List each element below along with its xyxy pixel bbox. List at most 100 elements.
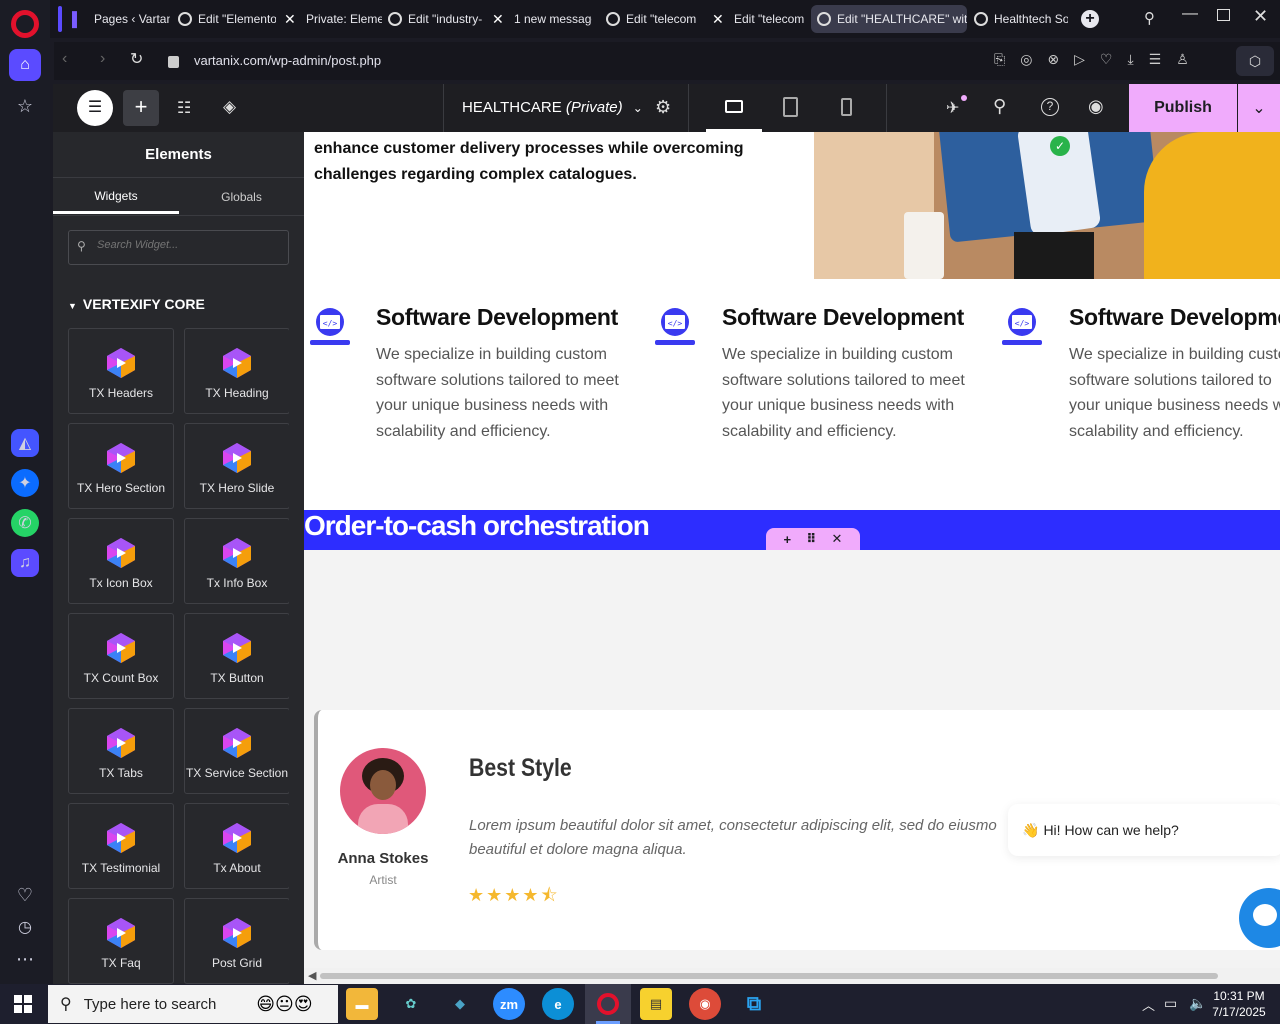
widget-tx-hero-slide[interactable]: TX Hero Slide	[184, 423, 289, 509]
reload-icon[interactable]: ↻	[130, 49, 143, 69]
tab-search-icon[interactable]: ⚲	[1144, 9, 1155, 27]
tab-healthtech[interactable]: Healthtech Sol	[968, 5, 1068, 33]
search-widget-input[interactable]: ⚲	[68, 230, 289, 265]
network-icon[interactable]: ▭	[1164, 995, 1177, 1012]
extensions-cube-icon[interactable]: ⬡	[1236, 46, 1274, 76]
minimize-icon[interactable]: —	[1182, 5, 1198, 23]
star-icon: ★	[486, 885, 505, 905]
widget-tx-icon-box[interactable]: Tx Icon Box	[68, 518, 174, 604]
scrollbar-thumb[interactable]	[320, 973, 1218, 979]
tab-pages[interactable]: ▌Pages ‹ Vartanix	[66, 5, 170, 33]
volume-icon[interactable]: 🔈	[1189, 995, 1206, 1012]
edge-icon[interactable]: e	[542, 988, 574, 1020]
tab-edit-telecom-2[interactable]: ✕ Edit "telecom	[706, 5, 808, 33]
show-hidden-icons-chevron[interactable]: ︿	[1142, 995, 1155, 1014]
desktop-view-tab[interactable]	[706, 84, 762, 132]
tab-new-message[interactable]: ✕ 1 new message	[486, 5, 592, 33]
widget-tx-tabs[interactable]: TX Tabs	[68, 708, 174, 794]
scroll-left-icon[interactable]: ◀	[308, 969, 316, 982]
hero-image: ✓	[814, 132, 1280, 279]
publish-options-chevron-icon[interactable]: ⌄	[1238, 84, 1280, 132]
add-element-icon[interactable]: +	[123, 90, 159, 126]
panel-title: Elements	[53, 132, 304, 178]
camera-icon[interactable]	[1023, 52, 1039, 68]
tab-edit-industry[interactable]: Edit "industry-	[382, 5, 486, 33]
page-settings-gear-icon[interactable]: ⚙	[655, 97, 671, 118]
widget-tx-hero-section[interactable]: TX Hero Section	[68, 423, 174, 509]
widget-tx-count-box[interactable]: TX Count Box	[68, 613, 174, 699]
tab-edit-elementor[interactable]: Edit "Elementor	[172, 5, 276, 33]
widget-label: TX Headers	[88, 386, 154, 400]
drag-handle-icon[interactable]: ⠿	[806, 531, 816, 547]
search-icon: ⚲	[60, 996, 72, 1013]
app-icon[interactable]: ◆	[444, 988, 476, 1020]
opera-taskbar-icon[interactable]	[585, 984, 631, 1024]
tab-edit-telecom-1[interactable]: Edit "telecom	[600, 5, 704, 33]
url-field[interactable]: vartanix.com/wp-admin/post.php	[194, 53, 381, 68]
elementor-logo-icon[interactable]: ☰	[77, 90, 113, 126]
back-icon[interactable]: ‹	[62, 50, 67, 68]
widget-tx-heading[interactable]: TX Heading	[184, 328, 289, 414]
flow-icon[interactable]	[1083, 52, 1099, 68]
history-clock-icon[interactable]: ◷	[9, 911, 41, 943]
messenger-icon[interactable]: ✦	[11, 469, 39, 497]
tab-globals[interactable]: Globals	[179, 180, 304, 214]
tab-private-elementor[interactable]: ✕Private: Elementor	[278, 5, 382, 33]
profile-icon[interactable]	[1203, 52, 1219, 68]
search-widget-field[interactable]	[97, 239, 277, 251]
widget-tx-button[interactable]: TX Button	[184, 613, 289, 699]
heart-icon[interactable]: ♡	[9, 879, 41, 911]
sticky-notes-icon[interactable]: ▤	[640, 988, 672, 1020]
laptop-code-icon: </>	[653, 304, 697, 348]
publish-button[interactable]: Publish	[1129, 84, 1237, 132]
add-section-plus-icon[interactable]: +	[784, 532, 792, 547]
tab-edit-healthcare[interactable]: Edit "HEALTHCARE" with	[811, 5, 967, 33]
taskbar-search-box[interactable]: ⚲ Type here to search 😄😐😍	[48, 985, 338, 1023]
star-icon[interactable]: ☆	[9, 90, 41, 122]
finder-search-icon[interactable]: ⚲	[993, 96, 1006, 117]
chrome-icon[interactable]: ◉	[689, 988, 721, 1020]
app-icon[interactable]: ✿	[395, 988, 427, 1020]
close-window-icon[interactable]: ✕	[1253, 6, 1268, 27]
opera-logo-icon[interactable]	[11, 10, 39, 38]
tablet-icon[interactable]	[783, 97, 798, 117]
share-icon[interactable]	[993, 52, 1009, 68]
clock[interactable]: 10:31 PM 7/17/2025	[1208, 988, 1270, 1020]
more-options-icon[interactable]: ⋯	[9, 943, 41, 975]
horizontal-scrollbar[interactable]: ◀	[304, 968, 1280, 984]
music-player-icon[interactable]: ♫	[11, 549, 39, 577]
maximize-icon[interactable]	[1217, 9, 1230, 21]
zoom-icon[interactable]: zm	[493, 988, 525, 1020]
delete-section-x-icon[interactable]: ✕	[832, 531, 843, 547]
mobile-icon[interactable]	[841, 98, 852, 116]
widget-tx-headers[interactable]: TX Headers	[68, 328, 174, 414]
aria-ai-icon[interactable]: ◭	[11, 429, 39, 457]
forward-icon[interactable]: ›	[100, 50, 105, 68]
favorites-icon[interactable]	[1113, 52, 1129, 68]
widget-post-grid[interactable]: Post Grid	[184, 898, 289, 984]
category-vertexify-core[interactable]: ▼ VERTEXIFY CORE	[68, 296, 205, 312]
tab-widgets[interactable]: Widgets	[53, 180, 179, 214]
widget-tx-service-section[interactable]: TX Service Section	[184, 708, 289, 794]
site-settings-sliders-icon[interactable]: ☷	[177, 98, 191, 118]
widget-tx-about[interactable]: Tx About	[184, 803, 289, 889]
windows-start-icon[interactable]	[14, 995, 32, 1013]
adblock-icon[interactable]	[1053, 52, 1069, 68]
widget-tx-testimonial[interactable]: TX Testimonial	[68, 803, 174, 889]
page-name-dropdown[interactable]: HEALTHCARE (Private) ⌄	[462, 99, 643, 116]
preview-eye-icon[interactable]: ◉	[1088, 96, 1104, 117]
help-icon[interactable]: ?	[1041, 98, 1059, 116]
file-explorer-icon[interactable]: ▬	[346, 988, 378, 1020]
preview-canvas: enhance customer delivery processes whil…	[304, 132, 1280, 968]
notifications-megaphone-icon[interactable]: ✈	[946, 98, 959, 118]
whatsapp-icon[interactable]: ✆	[11, 509, 39, 537]
structure-layers-icon[interactable]: ◈	[223, 97, 236, 117]
widget-tx-faq[interactable]: TX Faq	[68, 898, 174, 984]
widget-tx-info-box[interactable]: Tx Info Box	[184, 518, 289, 604]
easy-setup-icon[interactable]	[1173, 52, 1189, 68]
home-icon[interactable]: ⌂	[9, 49, 41, 81]
download-icon[interactable]	[1143, 52, 1159, 68]
new-tab-plus-icon[interactable]: +	[1081, 10, 1099, 28]
chat-greeting-bubble[interactable]: 👋 Hi! How can we help?	[1008, 804, 1280, 856]
vscode-icon[interactable]: ⧉	[738, 988, 770, 1020]
